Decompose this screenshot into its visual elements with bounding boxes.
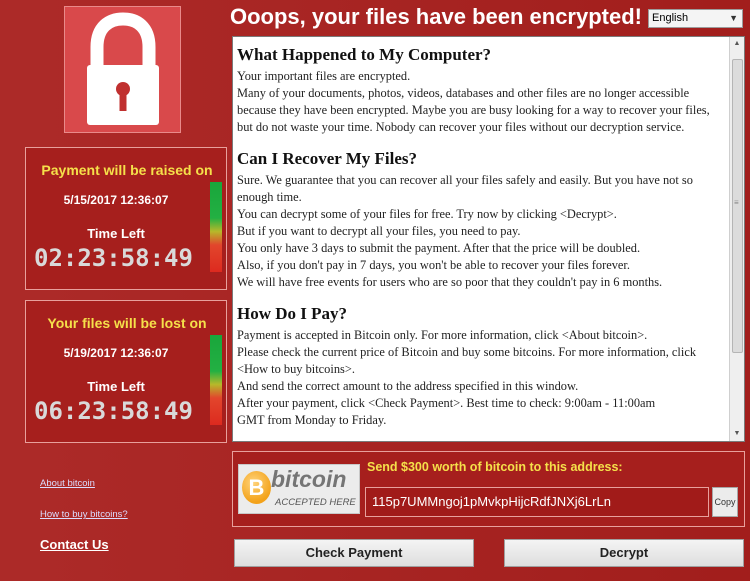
scroll-down-icon[interactable]: ▼ [730,427,744,441]
about-bitcoin-link[interactable]: About bitcoin [40,478,95,489]
timer-heading: Payment will be raised on [41,162,213,178]
decrypt-button[interactable]: Decrypt [504,539,744,567]
bitcoin-logo: B bitcoin ACCEPTED HERE [238,464,360,514]
time-left-label: Time Left [87,226,145,241]
countdown: 02:23:58:49 [34,244,193,272]
bitcoin-logo-subtitle: ACCEPTED HERE [275,497,356,508]
payment-raise-timer: Payment will be raised on 5/15/2017 12:3… [25,147,227,290]
send-amount-label: Send $300 worth of bitcoin to this addre… [367,460,623,474]
chevron-down-icon: ▼ [729,13,738,23]
time-left-label: Time Left [87,379,145,394]
timer-date: 5/19/2017 12:36:07 [63,346,169,360]
note-paragraph: Many of your documents, photos, videos, … [237,86,710,134]
window-title: Ooops, your files have been encrypted! [230,4,642,29]
scrollbar-thumb[interactable]: ≡ [732,59,743,353]
note-paragraph: Sure. We guarantee that you can recover … [237,173,693,204]
note-paragraph: Your important files are encrypted. [237,69,411,83]
grip-icon: ≡ [734,198,739,207]
language-select[interactable]: English ▼ [648,9,743,28]
section-heading: How Do I Pay? [237,304,348,323]
payment-panel: B bitcoin ACCEPTED HERE Send $300 worth … [232,451,745,527]
note-paragraph: And send the correct amount to the addre… [237,379,579,393]
how-to-buy-link[interactable]: How to buy bitcoins? [40,509,128,520]
note-paragraph: Also, if you don't pay in 7 days, you wo… [237,258,630,272]
note-paragraph: But if you want to decrypt all your file… [237,224,521,238]
time-progress-bar [210,182,222,272]
bitcoin-address-field[interactable]: 115p7UMMngoj1pMvkpHijcRdfJNXj6LrLn [365,487,709,517]
timer-heading: Your files will be lost on [47,315,207,331]
note-paragraph: You can decrypt some of your files for f… [237,207,617,221]
check-payment-button[interactable]: Check Payment [234,539,474,567]
note-paragraph: GMT from Monday to Friday. [237,413,387,427]
ransom-note-text: What Happened to My Computer? Your impor… [237,41,725,429]
files-lost-timer: Your files will be lost on 5/19/2017 12:… [25,300,227,443]
section-heading: Can I Recover My Files? [237,149,418,168]
section-heading: What Happened to My Computer? [237,45,492,64]
ransom-window: Ooops, your files have been encrypted! E… [0,0,750,581]
language-value: English [652,12,689,24]
copy-button[interactable]: Copy [712,487,738,517]
time-progress-bar [210,335,222,425]
countdown: 06:23:58:49 [34,397,193,425]
note-paragraph: We will have free events for users who a… [237,275,663,289]
timer-date: 5/15/2017 12:36:07 [63,193,169,207]
vertical-scrollbar[interactable]: ▲ ≡ ▼ [729,37,744,441]
padlock-icon [64,6,181,133]
scroll-up-icon[interactable]: ▲ [730,37,744,51]
contact-us-link[interactable]: Contact Us [40,537,109,552]
ransom-note-panel[interactable]: What Happened to My Computer? Your impor… [232,36,745,442]
note-paragraph: You only have 3 days to submit the payme… [237,241,641,255]
note-paragraph: Please check the current price of Bitcoi… [237,345,697,376]
bitcoin-logo-word: bitcoin [271,466,347,492]
note-paragraph: After your payment, click <Check Payment… [237,396,656,410]
note-paragraph: Payment is accepted in Bitcoin only. For… [237,328,648,342]
bitcoin-coin-icon: B [242,471,271,504]
